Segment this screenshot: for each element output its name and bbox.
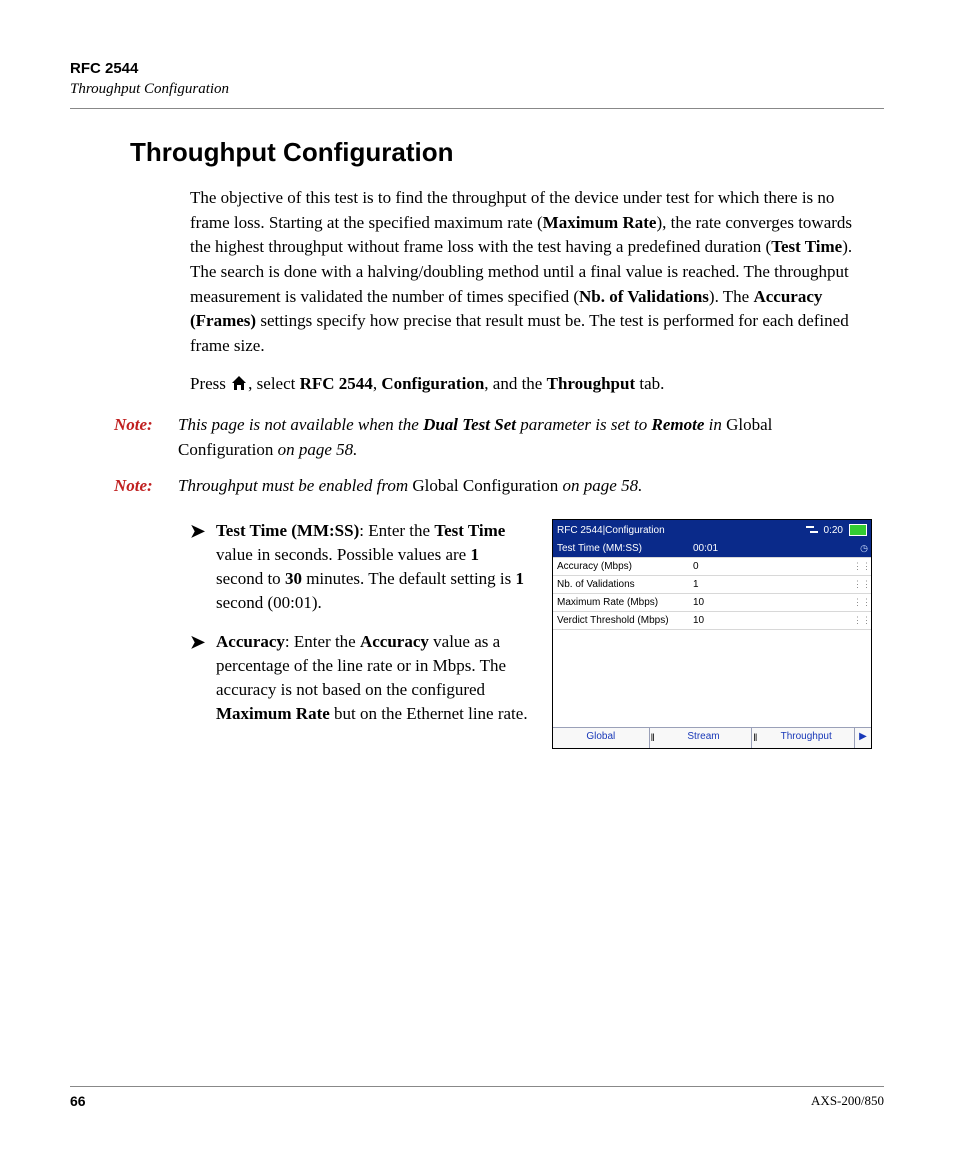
device-model: AXS-200/850 [811,1093,884,1109]
grip-icon: ⋮⋮ [853,597,871,608]
note-label: Note: [114,413,178,462]
press-instruction: Press , select RFC 2544, Configuration, … [190,372,864,399]
note-1: Note: This page is not available when th… [114,413,884,462]
running-chapter: RFC 2544 [70,60,884,77]
device-tabs: Global ‖ Stream ‖ Throughput ▶ [553,727,871,748]
grip-icon: ⋮⋮ [853,615,871,626]
battery-icon [849,524,867,536]
tab-throughput[interactable]: Throughput [758,728,855,748]
connection-icon [806,525,818,535]
bullet-test-time: ➤ Test Time (MM:SS): Enter the Test Time… [190,519,528,616]
grip-icon: ⋮⋮ [853,579,871,590]
device-clock: 0:20 [824,525,843,536]
device-row-verdict[interactable]: Verdict Threshold (Mbps) 10 ⋮⋮ [553,612,871,630]
tab-stream[interactable]: Stream [656,728,753,748]
page-number: 66 [70,1093,86,1109]
page-title: Throughput Configuration [130,137,884,168]
tab-scroll-right[interactable]: ▶ [855,728,871,748]
device-row-max-rate[interactable]: Maximum Rate (Mbps) 10 ⋮⋮ [553,594,871,612]
tab-global[interactable]: Global [553,728,650,748]
device-row-validations[interactable]: Nb. of Validations 1 ⋮⋮ [553,576,871,594]
running-section: Throughput Configuration [70,81,884,98]
bullet-accuracy: ➤ Accuracy: Enter the Accuracy value as … [190,630,528,727]
device-row-test-time[interactable]: Test Time (MM:SS) 00:01 ◷ [553,540,871,558]
grip-icon: ⋮⋮ [853,561,871,572]
note-2: Note: Throughput must be enabled from Gl… [114,474,884,499]
device-screenshot: RFC 2544|Configuration 0:20 Test Time (M… [552,519,872,749]
header-rule [70,108,884,109]
clock-icon: ◷ [857,543,871,554]
note-label: Note: [114,474,178,499]
home-icon [230,374,248,399]
bullet-arrow-icon: ➤ [190,630,216,727]
device-row-accuracy[interactable]: Accuracy (Mbps) 0 ⋮⋮ [553,558,871,576]
device-rows: Test Time (MM:SS) 00:01 ◷ Accuracy (Mbps… [553,540,871,727]
device-title-text: RFC 2544|Configuration [557,525,806,536]
footer-rule [70,1086,884,1087]
device-titlebar: RFC 2544|Configuration 0:20 [553,520,871,540]
bullet-arrow-icon: ➤ [190,519,216,616]
intro-paragraph: The objective of this test is to find th… [190,186,864,358]
